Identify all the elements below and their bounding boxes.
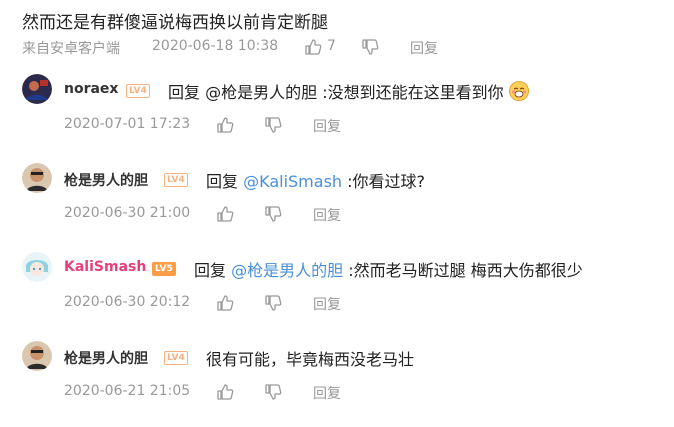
thumb-up-icon[interactable] (304, 38, 322, 56)
mention-link[interactable]: @KaliSmash (243, 172, 342, 191)
comment-time: 2020-06-18 10:38 (152, 38, 279, 54)
reply-button[interactable]: 回复 (313, 383, 341, 403)
username[interactable]: noraex (64, 81, 118, 97)
thumb-up-icon[interactable] (216, 116, 234, 134)
thumb-up-icon[interactable] (216, 294, 234, 312)
reply-content: 回复 @KaliSmash :你看过球? (206, 168, 425, 192)
reply-text: :然而老马断过腿 梅西大伤都很少 (348, 261, 583, 280)
reply-button[interactable]: 回复 (313, 294, 341, 314)
mention-link[interactable]: @枪是男人的胆 (205, 83, 317, 102)
reply-meta: 2020-06-21 21:05 回复 (64, 383, 464, 403)
reply-time: 2020-06-21 21:05 (64, 383, 191, 399)
avatar[interactable] (22, 252, 52, 282)
reply-item: 枪是男人的胆 LV4 很有可能，毕竟梅西没老马壮 2020-06-21 21:0… (22, 341, 662, 427)
reply-time: 2020-06-30 21:00 (64, 205, 191, 221)
avatar[interactable] (22, 341, 52, 371)
thumb-down-icon[interactable] (264, 116, 282, 134)
thumb-down-icon[interactable] (361, 38, 379, 56)
reply-prefix: 回复 (168, 83, 201, 102)
username[interactable]: 枪是男人的胆 (64, 348, 148, 368)
reply-text: :没想到还能在这里看到你 (322, 83, 504, 102)
level-badge: LV5 (152, 262, 176, 276)
thumb-down-icon[interactable] (264, 205, 282, 223)
reply-prefix: 回复 (206, 172, 239, 191)
reply-time: 2020-07-01 17:23 (64, 116, 191, 132)
thumb-up-icon[interactable] (216, 383, 234, 401)
username[interactable]: 枪是男人的胆 (64, 170, 148, 190)
reply-content: 回复 @枪是男人的胆 :没想到还能在这里看到你 (168, 79, 529, 103)
avatar[interactable] (22, 163, 52, 193)
avatar[interactable] (22, 74, 52, 104)
main-comment-meta: 来自安卓客户端 2020-06-18 10:38 7 回复 (22, 38, 522, 58)
level-badge: LV4 (126, 84, 150, 98)
grin-emoji-icon (508, 81, 529, 101)
thumb-up-icon[interactable] (216, 205, 234, 223)
reply-item: noraex LV4 回复 @枪是男人的胆 :没想到还能在这里看到你 2020-… (22, 74, 662, 160)
main-comment-text: 然而还是有群傻逼说梅西换以前肯定断腿 (22, 13, 328, 33)
username[interactable]: KaliSmash (64, 259, 146, 275)
reply-button[interactable]: 回复 (313, 205, 341, 225)
reply-meta: 2020-06-30 21:00 回复 (64, 205, 464, 225)
source-label: 来自安卓客户端 (22, 41, 120, 57)
reply-button[interactable]: 回复 (410, 38, 438, 58)
reply-content: 很有可能，毕竟梅西没老马壮 (206, 346, 414, 370)
reply-content: 回复 @枪是男人的胆 :然而老马断过腿 梅西大伤都很少 (194, 257, 583, 281)
reply-button[interactable]: 回复 (313, 116, 341, 136)
reply-item: 枪是男人的胆 LV4 回复 @KaliSmash :你看过球? 2020-06-… (22, 163, 662, 249)
like-count: 7 (327, 38, 336, 54)
mention-link[interactable]: @枪是男人的胆 (231, 261, 343, 280)
thumb-down-icon[interactable] (264, 383, 282, 401)
reply-meta: 2020-06-30 20:12 回复 (64, 294, 464, 314)
reply-meta: 2020-07-01 17:23 回复 (64, 116, 464, 136)
reply-time: 2020-06-30 20:12 (64, 294, 191, 310)
thumb-down-icon[interactable] (264, 294, 282, 312)
reply-text: 很有可能，毕竟梅西没老马壮 (206, 350, 415, 369)
level-badge: LV4 (164, 351, 188, 365)
reply-prefix: 回复 (194, 261, 227, 280)
level-badge: LV4 (164, 173, 188, 187)
reply-item: KaliSmash LV5 回复 @枪是男人的胆 :然而老马断过腿 梅西大伤都很… (22, 252, 662, 338)
reply-text: :你看过球? (347, 172, 426, 191)
